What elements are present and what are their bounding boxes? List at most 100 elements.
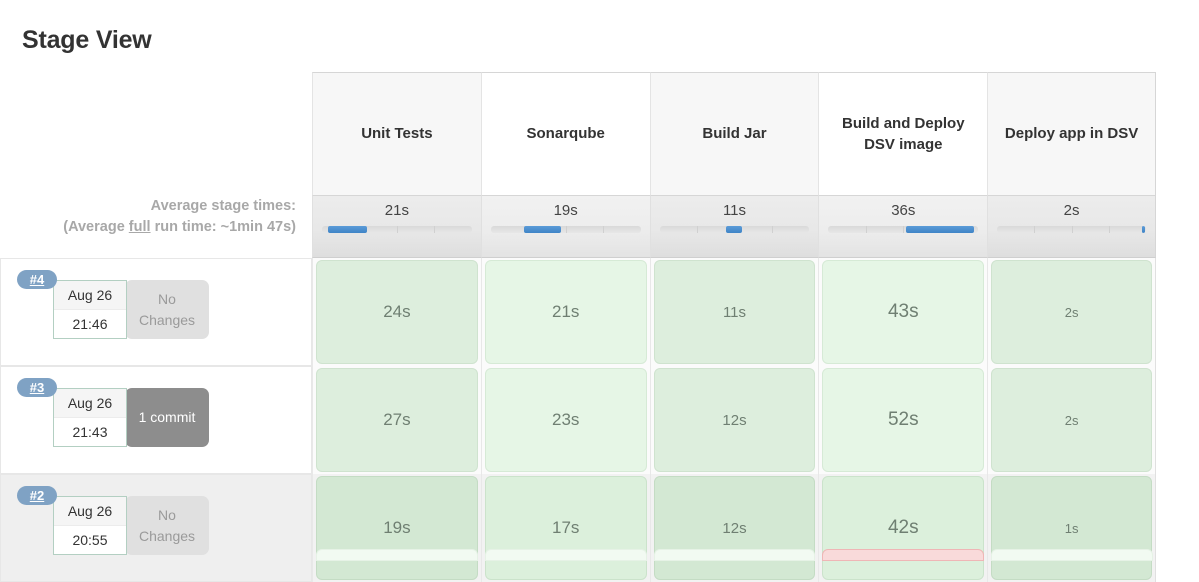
stage-duration: 27s (383, 410, 411, 429)
average-row: Average stage times: (Average full run ti… (0, 196, 1156, 258)
stage-cell[interactable]: 12s (649, 474, 819, 582)
average-time: 11s (722, 202, 747, 219)
stage-duration: 42s (887, 517, 919, 538)
stage-status-chip[interactable]: 21s (484, 260, 647, 364)
stage-cell[interactable]: 52s (818, 366, 988, 474)
run-row[interactable]: #4 Aug 26 21:46 No Changes 24s 21s 11s 43s 2s (0, 258, 1156, 366)
stage-duration: 52s (887, 409, 919, 430)
bar-tick (865, 226, 867, 233)
run-number-badge[interactable]: #3 (17, 378, 57, 397)
run-date: Aug 26 (54, 281, 126, 310)
stage-header-3: Build Jar (649, 72, 819, 196)
run-datetime-box[interactable]: Aug 26 21:43 (53, 388, 127, 447)
stage-duration: 17s (551, 518, 580, 537)
stage-duration: 43s (887, 301, 919, 322)
run-time: 20:55 (54, 526, 126, 554)
bar-fill (1141, 226, 1145, 233)
stage-status-chip[interactable]: 2s (991, 368, 1152, 472)
stage-duration: 11s (722, 303, 747, 321)
run-changes-box[interactable]: No Changes (125, 280, 209, 339)
average-label-suffix: run time: ~1min 47s) (150, 218, 296, 235)
stage-cell[interactable]: 19s (312, 474, 481, 582)
stage-cell[interactable]: 42s (818, 474, 988, 582)
stage-cell[interactable]: 2s (987, 366, 1156, 474)
bar-tick (771, 226, 773, 233)
bar-tick (903, 226, 905, 233)
next-run-chip-peek[interactable] (316, 549, 478, 561)
stage-status-chip[interactable]: 12s (653, 476, 816, 580)
average-label-line2: (Average full run time: ~1min 47s) (0, 217, 296, 238)
stage-status-chip[interactable]: 12s (653, 368, 816, 472)
average-label-prefix: (Average (63, 218, 129, 235)
average-time: 36s (891, 202, 916, 219)
stage-table-body: Average stage times: (Average full run ti… (0, 196, 1156, 582)
average-time: 2s (1063, 202, 1080, 219)
bar-tick (434, 226, 436, 233)
run-row[interactable]: #3 Aug 26 21:43 1 commit 27s 23s 12s 52s 2s (0, 366, 1156, 474)
stage-cell[interactable]: 2s (987, 258, 1156, 366)
stage-status-chip[interactable]: 11s (653, 260, 816, 364)
stage-cell[interactable]: 21s (480, 258, 650, 366)
stage-cell[interactable]: 27s (312, 366, 481, 474)
average-duration-bar (828, 226, 979, 233)
stage-cell[interactable]: 17s (480, 474, 650, 582)
run-label-cell: #2 Aug 26 20:55 No Changes (0, 474, 312, 582)
stage-duration: 21s (551, 302, 580, 321)
run-info-boxes: Aug 26 21:46 No Changes (53, 280, 209, 339)
next-run-chip-peek[interactable] (822, 549, 985, 561)
average-label-line1: Average stage times: (150, 198, 296, 214)
next-run-peek (0, 549, 1156, 561)
stage-cell[interactable]: 24s (312, 258, 481, 366)
stage-status-chip[interactable]: 27s (316, 368, 478, 472)
stage-status-chip[interactable]: 52s (822, 368, 985, 472)
run-row[interactable]: #2 Aug 26 20:55 No Changes 19s 17s 12s 42s 1s (0, 474, 1156, 582)
header-corner (0, 72, 312, 196)
stage-status-chip[interactable]: 17s (484, 476, 647, 580)
stage-duration: 19s (383, 518, 411, 537)
run-changes-box[interactable]: No Changes (125, 496, 209, 555)
next-run-chip-peek[interactable] (991, 549, 1153, 561)
average-cell-4: 36s (818, 196, 988, 258)
stage-status-chip[interactable]: 19s (316, 476, 478, 580)
average-cell-1: 21s (312, 196, 481, 258)
stage-table: Unit Tests Sonarqube Build Jar Build and De… (0, 72, 1156, 582)
average-stage-times-label: Average stage times: (Average full run ti… (0, 196, 312, 258)
run-info-boxes: Aug 26 21:43 1 commit (53, 388, 209, 447)
bar-fill (725, 226, 742, 233)
next-run-chip-peek[interactable] (484, 549, 647, 561)
run-datetime-box[interactable]: Aug 26 20:55 (53, 496, 127, 555)
run-number-badge[interactable]: #2 (17, 486, 57, 505)
bar-tick (1108, 226, 1110, 233)
stage-cell[interactable]: 12s (649, 366, 819, 474)
bar-tick (565, 226, 567, 233)
bar-fill (327, 226, 367, 233)
run-date: Aug 26 (54, 389, 126, 418)
stage-header-row: Unit Tests Sonarqube Build Jar Build and De… (0, 72, 1156, 196)
run-datetime-box[interactable]: Aug 26 21:46 (53, 280, 127, 339)
run-changes-box[interactable]: 1 commit (125, 388, 209, 447)
average-label-emphasis: full (128, 218, 151, 235)
stage-duration: 2s (1064, 304, 1079, 320)
stage-status-chip[interactable]: 24s (316, 260, 478, 364)
run-time: 21:43 (54, 418, 126, 446)
stage-cell[interactable]: 43s (818, 258, 988, 366)
stage-cell[interactable]: 11s (649, 258, 819, 366)
stage-status-chip[interactable]: 43s (822, 260, 985, 364)
stage-header-4: Build and Deploy DSV image (818, 72, 988, 196)
stage-header-label: Sonarqube (526, 125, 605, 143)
run-label-inner: #2 Aug 26 20:55 No Changes (1, 475, 311, 581)
run-label-inner: #4 Aug 26 21:46 No Changes (1, 259, 311, 365)
stage-status-chip[interactable]: 1s (991, 476, 1152, 580)
stage-status-chip[interactable]: 2s (991, 260, 1152, 364)
stage-cell[interactable]: 1s (987, 474, 1156, 582)
average-cell-2: 19s (480, 196, 650, 258)
stage-header-label: Unit Tests (361, 125, 433, 143)
stage-status-chip[interactable]: 42s (822, 476, 985, 580)
stage-cell[interactable]: 23s (480, 366, 650, 474)
stage-status-chip[interactable]: 23s (484, 368, 647, 472)
bar-fill (906, 226, 974, 233)
next-run-chip-peek[interactable] (653, 549, 816, 561)
average-cell-3: 11s (649, 196, 819, 258)
run-number-badge[interactable]: #4 (17, 270, 57, 289)
stage-header-label: Build Jar (702, 125, 767, 143)
